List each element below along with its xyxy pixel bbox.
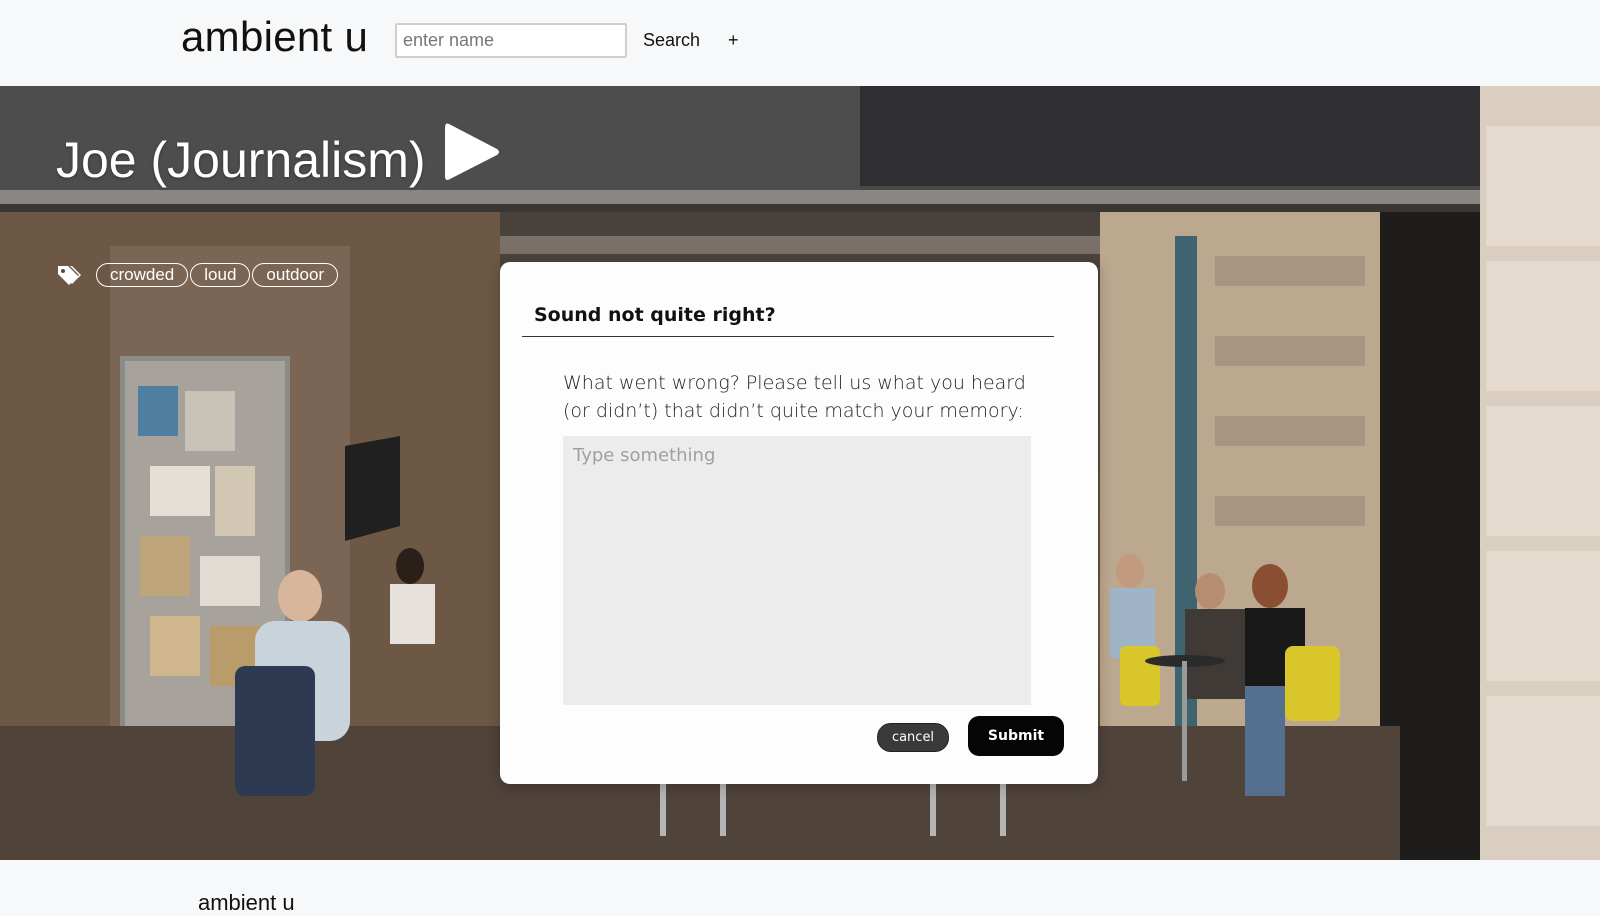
search-button[interactable]: Search bbox=[643, 30, 700, 51]
cancel-button[interactable]: cancel bbox=[877, 723, 949, 752]
feedback-modal: Sound not quite right? What went wrong? … bbox=[500, 262, 1098, 784]
tag-chip[interactable]: loud bbox=[190, 263, 251, 287]
play-icon[interactable] bbox=[443, 120, 503, 184]
modal-question-text: What went wrong? Please tell us what you… bbox=[563, 372, 1026, 422]
tag-chip[interactable]: outdoor bbox=[252, 263, 339, 287]
tags-row: crowded loud outdoor bbox=[56, 262, 340, 288]
footer: ambient u bbox=[0, 860, 1600, 915]
top-nav-bar: ambient u Search + bbox=[0, 0, 1600, 86]
modal-divider bbox=[522, 336, 1054, 337]
submit-button[interactable]: Submit bbox=[968, 716, 1064, 756]
name-search-input[interactable] bbox=[395, 23, 627, 58]
footer-brand-text: ambient u bbox=[198, 890, 295, 915]
brand-logo-text[interactable]: ambient u bbox=[181, 13, 368, 61]
recording-title: Joe (Journalism) bbox=[56, 132, 426, 188]
tag-icon bbox=[58, 266, 81, 285]
modal-title: Sound not quite right? bbox=[534, 304, 776, 326]
feedback-textarea[interactable] bbox=[563, 436, 1031, 705]
tag-chip[interactable]: crowded bbox=[96, 263, 189, 287]
add-button[interactable]: + bbox=[728, 30, 739, 51]
